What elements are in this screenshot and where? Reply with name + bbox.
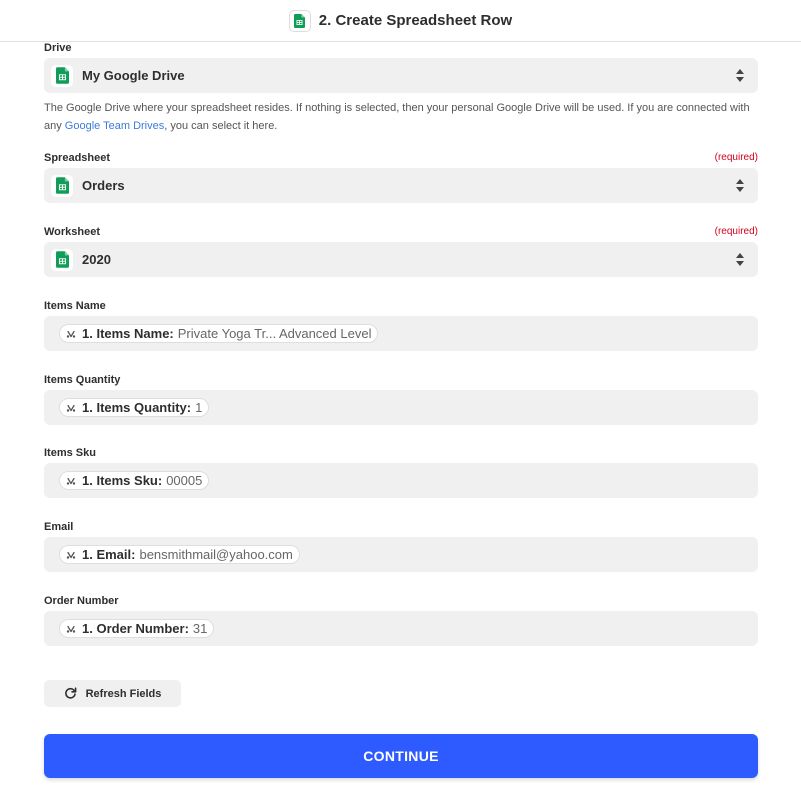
worksheet-select[interactable]: 2020 — [44, 242, 758, 277]
google-sheets-icon — [51, 174, 73, 197]
webhook-icon — [66, 330, 76, 338]
pill-key: 1. Items Name: — [82, 326, 174, 341]
google-sheets-icon — [51, 248, 73, 271]
refresh-icon — [64, 687, 76, 699]
google-sheets-icon — [288, 9, 311, 32]
worksheet-select-value: 2020 — [82, 252, 111, 267]
step-header: 2. Create Spreadsheet Row — [0, 0, 801, 42]
sort-arrows-icon — [736, 179, 744, 192]
webhook-icon — [66, 477, 76, 485]
spreadsheet-label: Spreadsheet — [44, 152, 111, 164]
order-number-input[interactable]: 1. Order Number: 31 — [44, 611, 758, 646]
mapped-value-pill[interactable]: 1. Order Number: 31 — [59, 619, 215, 638]
mapped-value-pill[interactable]: 1. Items Sku: 00005 — [59, 471, 210, 490]
items-sku-label: Items Sku — [44, 447, 96, 459]
spreadsheet-select[interactable]: Orders — [44, 168, 758, 203]
mapped-value-pill[interactable]: 1. Email: bensmithmail@yahoo.com — [59, 545, 300, 564]
sort-arrows-icon — [736, 253, 744, 266]
pill-key: 1. Items Quantity: — [82, 400, 192, 415]
pill-value: 1 — [195, 400, 203, 415]
mapped-value-pill[interactable]: 1. Items Name: Private Yoga Tr... Advanc… — [59, 324, 379, 343]
email-input[interactable]: 1. Email: bensmithmail@yahoo.com — [44, 537, 758, 572]
pill-key: 1. Order Number: — [82, 621, 189, 636]
mapped-value-pill[interactable]: 1. Items Quantity: 1 — [59, 398, 210, 417]
spreadsheet-required-badge: (required) — [714, 152, 758, 163]
webhook-icon — [66, 551, 76, 559]
webhook-icon — [66, 404, 76, 412]
pill-key: 1. Items Sku: — [82, 473, 163, 488]
drive-help-text: The Google Drive where your spreadsheet … — [44, 99, 764, 135]
pill-value: Private Yoga Tr... Advanced Level — [177, 326, 372, 341]
continue-button[interactable]: CONTINUE — [44, 734, 758, 778]
pill-key: 1. Email: — [82, 547, 136, 562]
drive-select[interactable]: My Google Drive — [44, 58, 758, 93]
pill-value: 00005 — [166, 473, 203, 488]
drive-select-value: My Google Drive — [82, 68, 185, 83]
order-number-label: Order Number — [44, 595, 119, 607]
webhook-icon — [66, 625, 76, 633]
page-title: 2. Create Spreadsheet Row — [318, 12, 513, 29]
google-sheets-icon — [51, 64, 73, 87]
worksheet-label: Worksheet — [44, 226, 101, 238]
items-name-input[interactable]: 1. Items Name: Private Yoga Tr... Advanc… — [44, 316, 758, 351]
pill-value: 31 — [192, 621, 208, 636]
items-quantity-label: Items Quantity — [44, 374, 121, 386]
items-sku-input[interactable]: 1. Items Sku: 00005 — [44, 463, 758, 498]
pill-value: bensmithmail@yahoo.com — [139, 547, 293, 562]
items-quantity-input[interactable]: 1. Items Quantity: 1 — [44, 390, 758, 425]
email-label: Email — [44, 521, 74, 533]
refresh-fields-button[interactable]: Refresh Fields — [44, 680, 181, 707]
refresh-fields-label: Refresh Fields — [85, 687, 162, 700]
spreadsheet-select-value: Orders — [82, 178, 125, 193]
sort-arrows-icon — [736, 69, 744, 82]
worksheet-required-badge: (required) — [714, 226, 758, 237]
items-name-label: Items Name — [44, 300, 106, 312]
drive-help-text-end: , you can select it here. — [164, 120, 278, 132]
google-team-drives-link[interactable]: Google Team Drives — [65, 120, 164, 132]
drive-label: Drive — [44, 42, 72, 54]
